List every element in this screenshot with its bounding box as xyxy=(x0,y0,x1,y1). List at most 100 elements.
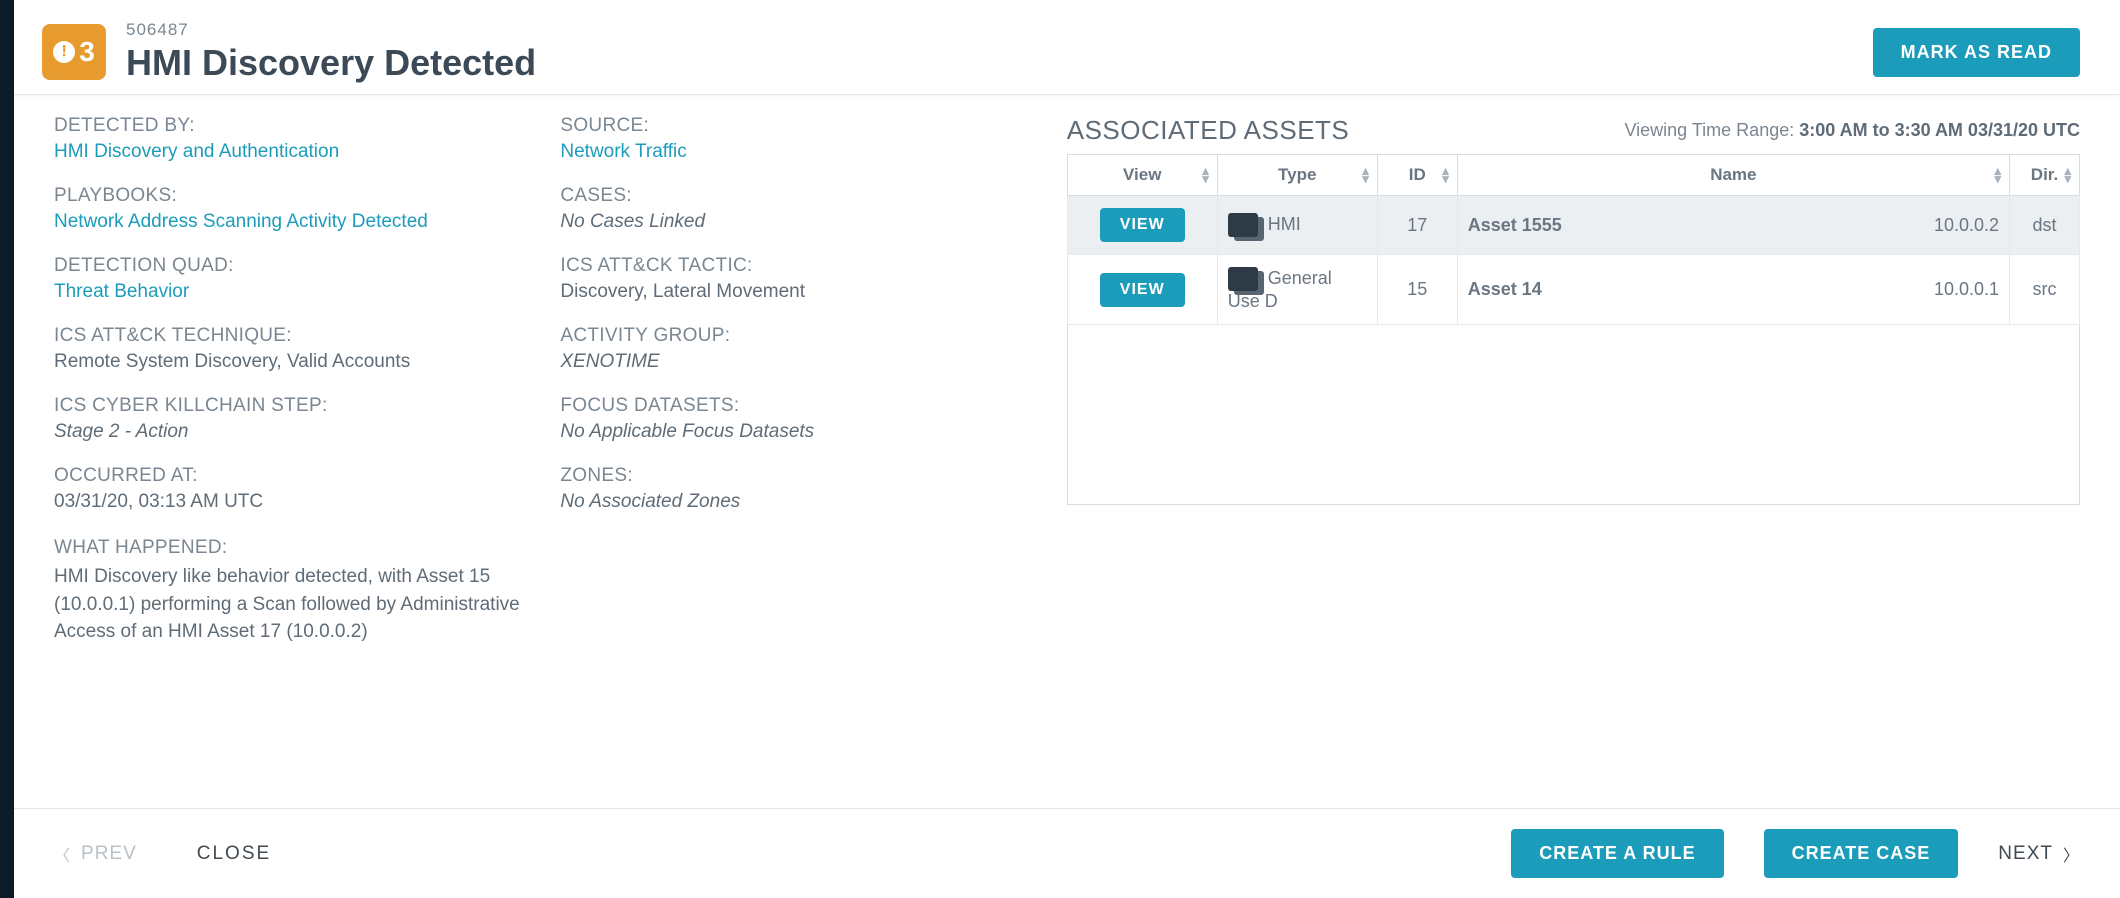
field-value: No Cases Linked xyxy=(560,211,1046,233)
field-detection-quad: DETECTION QUAD: Threat Behavior xyxy=(54,255,540,303)
field-label: ACTIVITY GROUP: xyxy=(560,325,1046,347)
field-label: OCCURRED AT: xyxy=(54,465,540,487)
field-playbooks: PLAYBOOKS: Network Address Scanning Acti… xyxy=(54,185,540,233)
assets-heading: ASSOCIATED ASSETS xyxy=(1067,115,1350,146)
severity-badge: ! 3 xyxy=(42,24,106,80)
panel-footer: 〈 PREV CLOSE CREATE A RULE CREATE CASE N… xyxy=(14,808,2120,898)
table-header-row: View▴▾ Type▴▾ ID▴▾ Name▴▾ Dir.▴▾ xyxy=(1067,155,2079,196)
cell-type: HMI xyxy=(1217,196,1377,255)
alert-icon: ! xyxy=(53,41,75,63)
col-view[interactable]: View▴▾ xyxy=(1067,155,1217,196)
field-value-link[interactable]: Threat Behavior xyxy=(54,281,540,303)
col-type[interactable]: Type▴▾ xyxy=(1217,155,1377,196)
metadata-section: DETECTED BY: HMI Discovery and Authentic… xyxy=(54,115,1047,798)
field-what-happened: WHAT HAPPENED: HMI Discovery like behavi… xyxy=(54,537,540,646)
sort-icon: ▴▾ xyxy=(1202,167,1209,183)
cell-view: VIEW xyxy=(1067,196,1217,255)
asset-ip: 10.0.0.2 xyxy=(1934,215,1999,236)
field-label: ICS ATT&CK TACTIC: xyxy=(560,255,1046,277)
device-icon xyxy=(1228,267,1258,291)
panel-header: ! 3 506487 HMI Discovery Detected MARK A… xyxy=(14,0,2120,95)
prev-button: 〈 PREV xyxy=(54,842,137,866)
field-label: ZONES: xyxy=(560,465,1046,487)
field-label: PLAYBOOKS: xyxy=(54,185,540,207)
page-title: HMI Discovery Detected xyxy=(126,42,536,84)
field-activity-group: ACTIVITY GROUP: XENOTIME xyxy=(560,325,1046,373)
field-value: No Associated Zones xyxy=(560,491,1046,513)
metadata-col-right: SOURCE: Network Traffic CASES: No Cases … xyxy=(560,115,1046,798)
footer-right: CREATE A RULE CREATE CASE NEXT 〉 xyxy=(1511,829,2080,878)
chevron-left-icon: 〈 xyxy=(54,842,71,866)
field-value: 03/31/20, 03:13 AM UTC xyxy=(54,491,540,513)
close-button[interactable]: CLOSE xyxy=(197,843,271,865)
field-tactic: ICS ATT&CK TACTIC: Discovery, Lateral Mo… xyxy=(560,255,1046,303)
next-button[interactable]: NEXT 〉 xyxy=(1998,842,2080,866)
cell-name: Asset 1555 10.0.0.2 xyxy=(1457,196,2009,255)
field-value-link[interactable]: Network Traffic xyxy=(560,141,1046,163)
field-value: HMI Discovery like behavior detected, wi… xyxy=(54,563,540,646)
sort-icon: ▴▾ xyxy=(1994,167,2001,183)
view-asset-button[interactable]: VIEW xyxy=(1100,273,1185,307)
field-label: FOCUS DATASETS: xyxy=(560,395,1046,417)
sort-icon: ▴▾ xyxy=(2064,167,2071,183)
record-id: 506487 xyxy=(126,20,536,40)
field-label: DETECTION QUAD: xyxy=(54,255,540,277)
asset-name: Asset 1555 xyxy=(1468,215,1562,235)
detection-detail-panel: ! 3 506487 HMI Discovery Detected MARK A… xyxy=(0,0,2120,898)
create-case-button[interactable]: CREATE CASE xyxy=(1764,829,1959,878)
title-group: 506487 HMI Discovery Detected xyxy=(126,20,536,84)
table-row: VIEW General Use D15 Asset 14 10.0.0.1 src xyxy=(1067,255,2079,325)
header-left: ! 3 506487 HMI Discovery Detected xyxy=(42,20,536,84)
severity-number: 3 xyxy=(79,36,95,68)
field-source: SOURCE: Network Traffic xyxy=(560,115,1046,163)
field-label: SOURCE: xyxy=(560,115,1046,137)
assets-header: ASSOCIATED ASSETS Viewing Time Range: 3:… xyxy=(1067,115,2080,146)
footer-left: 〈 PREV CLOSE xyxy=(54,842,271,866)
chevron-right-icon: 〉 xyxy=(2063,842,2080,866)
field-killchain: ICS CYBER KILLCHAIN STEP: Stage 2 - Acti… xyxy=(54,395,540,443)
field-value: XENOTIME xyxy=(560,351,1046,373)
cell-dir: dst xyxy=(2010,196,2080,255)
field-value: Discovery, Lateral Movement xyxy=(560,281,1046,303)
associated-assets-section: ASSOCIATED ASSETS Viewing Time Range: 3:… xyxy=(1067,115,2080,798)
mark-as-read-button[interactable]: MARK AS READ xyxy=(1873,28,2080,77)
col-name[interactable]: Name▴▾ xyxy=(1457,155,2009,196)
field-technique: ICS ATT&CK TECHNIQUE: Remote System Disc… xyxy=(54,325,540,373)
cell-type: General Use D xyxy=(1217,255,1377,325)
asset-ip: 10.0.0.1 xyxy=(1934,279,1999,300)
asset-name: Asset 14 xyxy=(1468,279,1542,299)
cell-view: VIEW xyxy=(1067,255,1217,325)
cell-id: 15 xyxy=(1377,255,1457,325)
create-rule-button[interactable]: CREATE A RULE xyxy=(1511,829,1723,878)
cell-name: Asset 14 10.0.0.1 xyxy=(1457,255,2009,325)
field-label: ICS ATT&CK TECHNIQUE: xyxy=(54,325,540,347)
field-value-link[interactable]: HMI Discovery and Authentication xyxy=(54,141,540,163)
field-label: DETECTED BY: xyxy=(54,115,540,137)
sort-icon: ▴▾ xyxy=(1442,167,1449,183)
assets-empty-space xyxy=(1067,325,2080,505)
assets-table: View▴▾ Type▴▾ ID▴▾ Name▴▾ Dir.▴▾ VIEW HMI… xyxy=(1067,154,2080,325)
col-id[interactable]: ID▴▾ xyxy=(1377,155,1457,196)
field-label: WHAT HAPPENED: xyxy=(54,537,540,559)
field-focus-datasets: FOCUS DATASETS: No Applicable Focus Data… xyxy=(560,395,1046,443)
field-label: ICS CYBER KILLCHAIN STEP: xyxy=(54,395,540,417)
field-value: Remote System Discovery, Valid Accounts xyxy=(54,351,540,373)
col-dir[interactable]: Dir.▴▾ xyxy=(2010,155,2080,196)
field-detected-by: DETECTED BY: HMI Discovery and Authentic… xyxy=(54,115,540,163)
device-icon xyxy=(1228,213,1258,237)
panel-body: DETECTED BY: HMI Discovery and Authentic… xyxy=(14,95,2120,808)
asset-type: HMI xyxy=(1268,214,1301,234)
field-label: CASES: xyxy=(560,185,1046,207)
field-zones: ZONES: No Associated Zones xyxy=(560,465,1046,513)
sort-icon: ▴▾ xyxy=(1362,167,1369,183)
table-row: VIEWHMI17Asset 155510.0.0.2dst xyxy=(1067,196,2079,255)
cell-dir: src xyxy=(2010,255,2080,325)
field-cases: CASES: No Cases Linked xyxy=(560,185,1046,233)
time-range-label: Viewing Time Range: xyxy=(1624,120,1799,140)
field-value-link[interactable]: Network Address Scanning Activity Detect… xyxy=(54,211,540,233)
metadata-col-left: DETECTED BY: HMI Discovery and Authentic… xyxy=(54,115,540,798)
time-range: Viewing Time Range: 3:00 AM to 3:30 AM 0… xyxy=(1624,120,2080,141)
field-occurred: OCCURRED AT: 03/31/20, 03:13 AM UTC xyxy=(54,465,540,513)
field-value: No Applicable Focus Datasets xyxy=(560,421,1046,443)
view-asset-button[interactable]: VIEW xyxy=(1100,208,1185,242)
